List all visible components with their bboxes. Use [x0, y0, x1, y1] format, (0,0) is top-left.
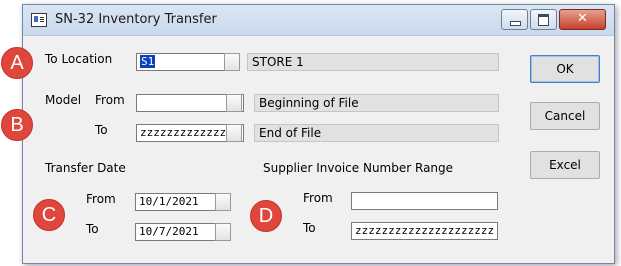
to-location-description: STORE 1 [247, 53, 499, 71]
close-button[interactable]: ✕ [559, 9, 606, 30]
maximize-icon [538, 14, 549, 26]
title-bar[interactable]: SN-32 Inventory Transfer ✕ [23, 5, 614, 36]
model-to-label: To [95, 123, 108, 137]
model-from-label: From [95, 93, 125, 107]
transfer-date-from-label: From [86, 192, 116, 206]
transfer-date-from-picker-button[interactable] [215, 193, 231, 211]
model-label: Model [45, 93, 82, 107]
transfer-date-heading: Transfer Date [45, 161, 126, 175]
transfer-date-to-input[interactable]: 10/7/2021 [135, 223, 217, 241]
cancel-button[interactable]: Cancel [530, 102, 600, 130]
to-location-lookup-button[interactable] [224, 53, 240, 71]
supplier-invoice-heading: Supplier Invoice Number Range [263, 161, 454, 175]
marker-c: C [33, 199, 65, 231]
transfer-date-to-picker-button[interactable] [215, 223, 231, 241]
minimize-icon [510, 21, 521, 26]
supplier-invoice-from-label: From [303, 191, 333, 205]
marker-a: A [1, 47, 33, 79]
maximize-button[interactable] [530, 9, 557, 30]
transfer-date-from-input[interactable]: 10/1/2021 [135, 193, 217, 211]
app-icon [31, 13, 47, 27]
model-from-description: Beginning of File [254, 94, 499, 112]
supplier-invoice-to-label: To [303, 221, 316, 235]
marker-d: D [250, 200, 282, 232]
to-location-input[interactable]: S1 [136, 53, 226, 71]
marker-b: B [1, 109, 33, 141]
window-title: SN-32 Inventory Transfer [55, 12, 217, 27]
excel-button[interactable]: Excel [530, 151, 600, 179]
to-location-label: To Location [45, 52, 113, 66]
inventory-transfer-window: SN-32 Inventory Transfer ✕ To Location S… [22, 4, 615, 264]
to-location-value: S1 [140, 55, 156, 68]
model-to-description: End of File [254, 124, 499, 142]
model-to-lookup-button[interactable] [226, 124, 242, 142]
supplier-invoice-from-input[interactable] [351, 192, 498, 210]
model-from-lookup-button[interactable] [226, 94, 242, 112]
transfer-date-to-label: To [86, 222, 99, 236]
minimize-button[interactable] [501, 9, 528, 30]
ok-button[interactable]: OK [530, 55, 600, 83]
supplier-invoice-to-input[interactable]: zzzzzzzzzzzzzzzzzzzzz [351, 222, 498, 240]
close-icon: ✕ [577, 11, 588, 26]
